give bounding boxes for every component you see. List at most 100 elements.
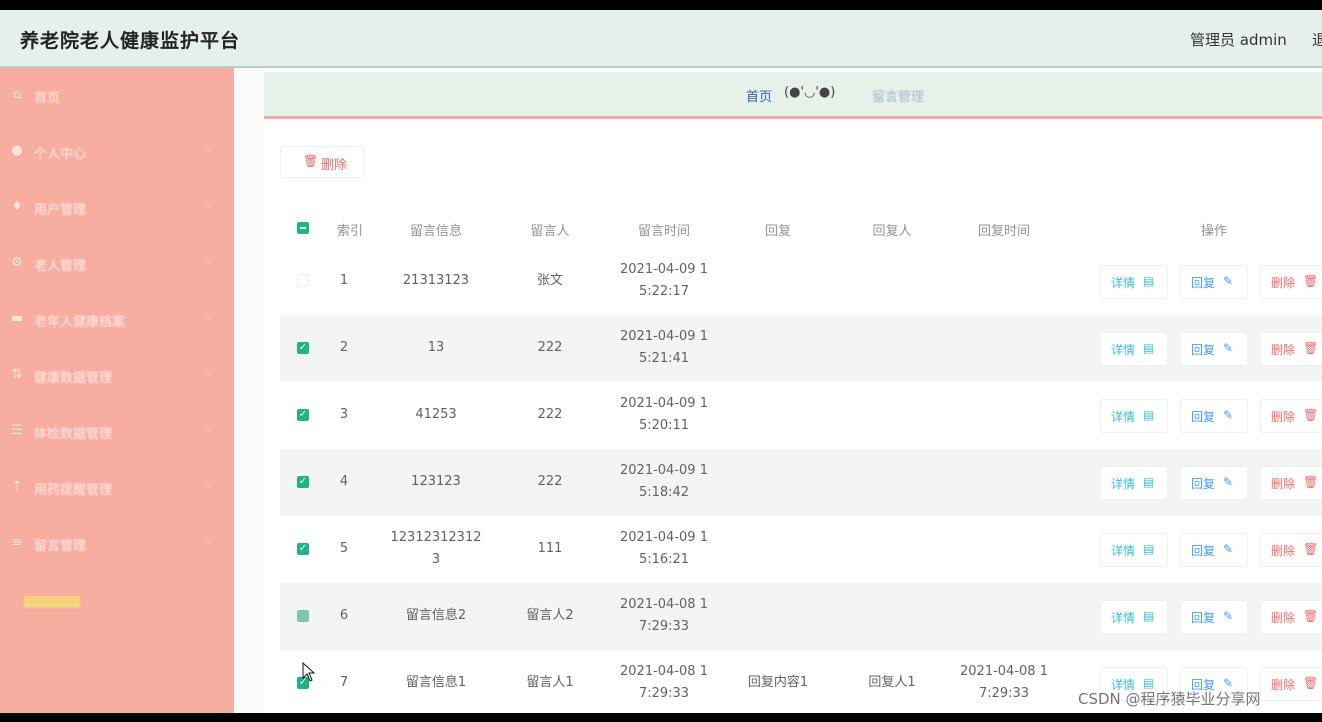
trash-icon: 🗑 xyxy=(1303,542,1319,556)
chevron-down-icon: ⌄ xyxy=(204,367,213,378)
col-index: 索引 xyxy=(336,224,363,239)
table-row: ✓ 2 13 222 2021-04-09 1 5:21:41 详情 ▤ 回复 ✎ 删除 🗑 xyxy=(280,315,1322,382)
row-checkbox[interactable] xyxy=(297,275,309,287)
check-icon: ✓ xyxy=(298,342,308,353)
reply-button[interactable]: 回复 ✎ xyxy=(1180,265,1248,299)
cell-time: 2021-04-08 1 7:29:33 xyxy=(620,597,708,634)
sidebar-item-settings[interactable]: ⚙ 老人管理 ⌄ xyxy=(0,236,234,292)
cell-message: 13 xyxy=(427,340,445,355)
detail-button[interactable]: 详情 ▤ xyxy=(1100,265,1168,299)
check-icon: ✓ xyxy=(298,476,308,487)
sidebar-item-sort[interactable]: ⇅ 健康数据管理 ⌄ xyxy=(0,348,234,404)
col-author: 留言人 xyxy=(530,224,570,239)
cell-message: 留言信息2 xyxy=(405,608,467,623)
sidebar-item-user[interactable]: ● 个人中心 ⌄ xyxy=(0,124,234,180)
sidebar-item-label: 老人管理 xyxy=(34,259,87,274)
sort-icon: ⇅ xyxy=(11,367,23,382)
breadcrumb-home[interactable]: 首页 xyxy=(746,86,772,105)
sidebar-item-signal[interactable]: ⇡ 用药提醒管理 ⌄ xyxy=(0,460,234,516)
sidebar-subitem-highlight[interactable] xyxy=(24,596,80,608)
delete-button[interactable]: 删除 🗑 xyxy=(1260,466,1322,500)
col-time: 留言时间 xyxy=(637,224,690,239)
reply-button[interactable]: 回复 ✎ xyxy=(1180,466,1248,500)
chevron-down-icon: ⌄ xyxy=(204,143,213,154)
reply-button[interactable]: 回复 ✎ xyxy=(1180,399,1248,433)
cell-author: 留言人2 xyxy=(526,608,574,623)
settings-icon: ⚙ xyxy=(11,255,23,270)
chevron-down-icon: ⌄ xyxy=(204,423,213,434)
sidebar-item-menu[interactable]: ≡ 留言管理 ⌄ xyxy=(0,516,234,572)
table-row: ✓ 5 12312312312 3 111 2021-04-09 1 5:16:21 详情 ▤ 回… xyxy=(280,516,1322,583)
trash-icon: 🗑 xyxy=(1303,676,1319,690)
cell-index: 3 xyxy=(339,407,349,422)
edit-icon: ✎ xyxy=(1223,408,1234,422)
reply-button[interactable]: 回复 ✎ xyxy=(1180,600,1248,634)
cell-time: 2021-04-09 1 5:22:17 xyxy=(620,262,708,299)
cell-reply-time xyxy=(948,393,1060,415)
batch-delete-label: 删除 xyxy=(321,158,348,173)
top-header: 养老院老人健康监护平台 管理员 admin 退 xyxy=(0,10,1322,68)
table-row: ✓ 3 41253 222 2021-04-09 1 5:20:11 详情 ▤ 回复 ✎ 删除 🗑 xyxy=(280,382,1322,449)
cell-message: 留言信息1 xyxy=(405,675,467,690)
cell-index: 6 xyxy=(339,608,349,623)
row-checkbox[interactable]: ✓ xyxy=(297,476,309,488)
table-header: 索引 留言信息 留言人 留言时间 回复 回复人 回复时间 操作 xyxy=(280,208,1322,248)
detail-button[interactable]: 详情 ▤ xyxy=(1100,332,1168,366)
sidebar-item-label: 体检数据管理 xyxy=(34,427,113,442)
cell-reply-time xyxy=(948,326,1060,348)
trash-icon: 🗑 xyxy=(1303,341,1319,355)
sidebar-item-home[interactable]: ⌂ 首页 xyxy=(0,68,234,124)
reply-button[interactable]: 回复 ✎ xyxy=(1180,533,1248,567)
cell-reply-time xyxy=(948,527,1060,549)
chevron-down-icon: ⌄ xyxy=(204,535,213,546)
breadcrumb-separator-face: (●'◡'●) xyxy=(784,85,836,100)
logout-link[interactable]: 退 xyxy=(1312,29,1322,50)
sidebar: ⌂ 首页 ● 个人中心 ⌄ ♦ 用户管理 ⌄ ⚙ 老人管理 ⌄ ▬ 老年人健康档案 ⌄ ⇅ 健康数据管理 ⌄ ☰ 体… xyxy=(0,68,234,713)
table-row: ✓ 4 123123 222 2021-04-09 1 5:18:42 详情 ▤ 回复 ✎ 删除 🗑 xyxy=(280,449,1322,516)
row-checkbox[interactable] xyxy=(297,610,309,622)
delete-button[interactable]: 删除 🗑 xyxy=(1260,332,1322,366)
cell-author: 222 xyxy=(537,407,563,422)
cell-index: 2 xyxy=(339,340,349,355)
delete-button[interactable]: 删除 🗑 xyxy=(1260,600,1322,634)
delete-button[interactable]: 删除 🗑 xyxy=(1260,265,1322,299)
chat-icon: ▬ xyxy=(10,311,24,326)
sidebar-item-list[interactable]: ☰ 体检数据管理 ⌄ xyxy=(0,404,234,460)
sidebar-item-label: 个人中心 xyxy=(34,147,87,162)
edit-icon: ✎ xyxy=(1223,609,1234,623)
col-reply-time: 回复时间 xyxy=(977,224,1030,239)
cell-message: 123123 xyxy=(411,474,461,489)
row-checkbox[interactable]: ✓ xyxy=(297,543,309,555)
reply-button[interactable]: 回复 ✎ xyxy=(1180,332,1248,366)
check-icon: ✓ xyxy=(298,543,308,554)
detail-button[interactable]: 详情 ▤ xyxy=(1100,533,1168,567)
delete-button[interactable]: 删除 🗑 xyxy=(1260,533,1322,567)
admin-user[interactable]: 管理员 admin xyxy=(1190,29,1287,50)
cell-message: 41253 xyxy=(415,407,457,422)
detail-button[interactable]: 详情 ▤ xyxy=(1100,399,1168,433)
select-all-checkbox[interactable] xyxy=(297,222,309,234)
delete-button[interactable]: 删除 🗑 xyxy=(1260,399,1322,433)
sidebar-item-label: 用户管理 xyxy=(34,203,87,218)
detail-button[interactable]: 详情 ▤ xyxy=(1100,466,1168,500)
content-gutter xyxy=(234,68,264,713)
sidebar-item-shield[interactable]: ♦ 用户管理 ⌄ xyxy=(0,180,234,236)
document-icon: ▤ xyxy=(1143,274,1155,288)
trash-icon: 🗑 xyxy=(1303,609,1319,623)
trash-icon: 🗑 xyxy=(1303,475,1319,489)
cell-time: 2021-04-09 1 5:16:21 xyxy=(620,530,708,567)
detail-button[interactable]: 详情 ▤ xyxy=(1100,600,1168,634)
delete-button[interactable]: 删除 🗑 xyxy=(1260,667,1322,701)
cell-index: 1 xyxy=(339,273,349,288)
cell-index: 4 xyxy=(339,474,349,489)
cell-time: 2021-04-09 1 5:20:11 xyxy=(620,396,708,433)
sidebar-item-label: 用药提醒管理 xyxy=(34,483,113,498)
chevron-down-icon: ⌄ xyxy=(204,255,213,266)
breadcrumb-current: 留言管理 xyxy=(872,90,925,105)
row-checkbox[interactable]: ✓ xyxy=(297,342,309,354)
sidebar-item-chat[interactable]: ▬ 老年人健康档案 ⌄ xyxy=(0,292,234,348)
col-actions: 操作 xyxy=(1200,224,1227,239)
edit-icon: ✎ xyxy=(1223,274,1234,288)
row-checkbox[interactable]: ✓ xyxy=(297,409,309,421)
batch-delete-button[interactable]: 🗑 删除 xyxy=(280,146,364,178)
